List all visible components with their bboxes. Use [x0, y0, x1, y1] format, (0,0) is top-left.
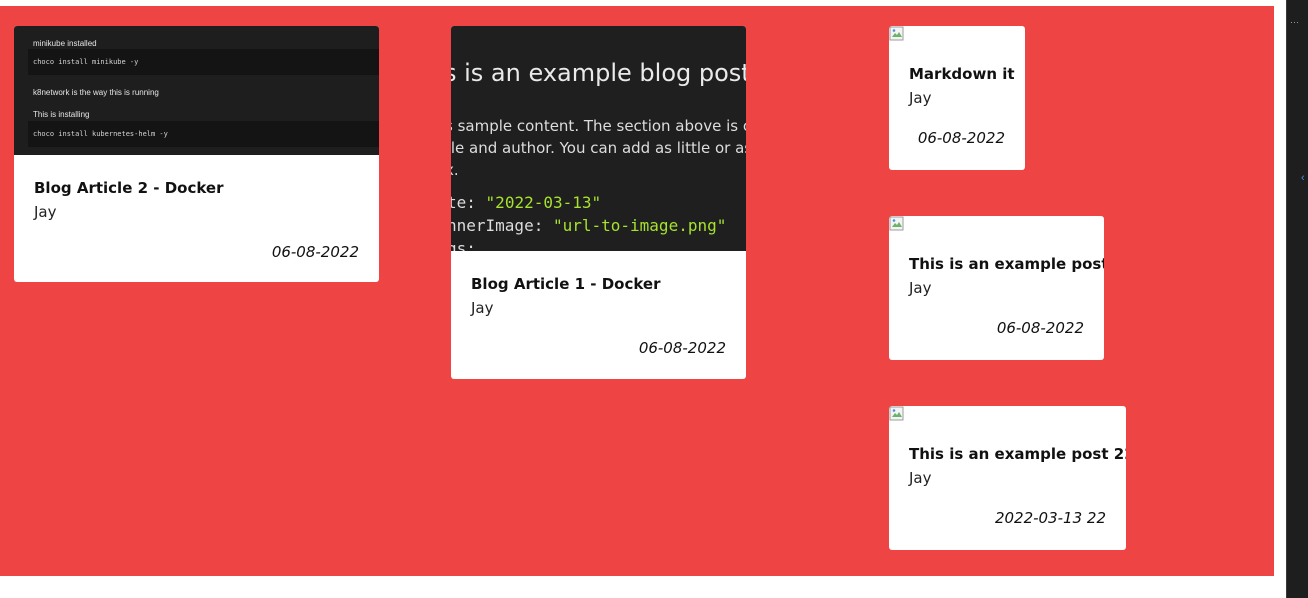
thumbnail-heading: s is an example blog post	[451, 59, 746, 87]
thumbnail-code-line: te: "2022-03-13"	[451, 193, 601, 212]
post-title[interactable]: This is an example post	[909, 255, 1104, 273]
thumbnail-code: choco install kubernetes-helm -y	[33, 130, 168, 138]
broken-image-icon	[889, 406, 904, 421]
thumbnail-code-block: choco install kubernetes-helm -y	[28, 121, 379, 147]
post-card-example-post-22[interactable]: This is an example post 22 Jay 2022-03-1…	[889, 406, 1126, 550]
chevron-left-icon[interactable]: ‹	[1301, 172, 1305, 184]
devtools-panel-edge: ⋯ ‹	[1286, 0, 1308, 598]
thumbnail-code-block: choco install minikube -y	[28, 49, 379, 75]
post-title[interactable]: Blog Article 1 - Docker	[471, 275, 661, 293]
post-author: Jay	[34, 203, 57, 221]
thumbnail-code-value: "url-to-image.png"	[552, 216, 727, 235]
thumbnail-code-line: gs:	[451, 239, 476, 251]
post-author: Jay	[909, 279, 932, 297]
thumbnail-text: x.	[451, 161, 459, 179]
thumbnail-code: choco install minikube -y	[33, 58, 139, 66]
post-date: 2022-03-13 22	[994, 509, 1106, 527]
post-date: 06-08-2022	[996, 319, 1084, 337]
thumbnail-text: This is installing	[33, 110, 90, 119]
thumbnail-text: minikube installed	[33, 39, 97, 48]
post-title[interactable]: This is an example post 22	[909, 445, 1126, 463]
broken-image-icon	[889, 216, 904, 231]
post-thumbnail: s is an example blog post s sample conte…	[451, 26, 746, 251]
thumbnail-text: s sample content. The section above is c…	[451, 117, 746, 135]
post-title[interactable]: Markdown it	[909, 65, 1015, 83]
post-card-example-post[interactable]: This is an example post Jay 06-08-2022	[889, 216, 1104, 360]
thumbnail-code-key: te:	[451, 193, 476, 212]
post-author: Jay	[909, 469, 932, 487]
post-card-blog-article-2[interactable]: minikube installed choco install minikub…	[14, 26, 379, 282]
post-thumbnail: minikube installed choco install minikub…	[14, 26, 379, 155]
more-options-icon[interactable]: ⋯	[1290, 17, 1299, 28]
post-author: Jay	[471, 299, 494, 317]
post-date: 06-08-2022	[271, 243, 359, 261]
thumbnail-code-key: nnerImage:	[451, 216, 544, 235]
thumbnail-text: k8network is the way this is running	[33, 88, 159, 97]
blog-posts-panel: minikube installed choco install minikub…	[0, 6, 1274, 576]
thumbnail-code-value: "2022-03-13"	[485, 193, 602, 212]
post-date: 06-08-2022	[638, 339, 726, 357]
broken-image-icon	[889, 26, 904, 41]
thumbnail-text: tle and author. You can add as little or…	[451, 139, 746, 157]
post-title[interactable]: Blog Article 2 - Docker	[34, 179, 224, 197]
post-date: 06-08-2022	[917, 129, 1005, 147]
thumbnail-code-line: nnerImage: "url-to-image.png"	[451, 216, 726, 235]
post-author: Jay	[909, 89, 932, 107]
post-card-blog-article-1[interactable]: s is an example blog post s sample conte…	[451, 26, 746, 379]
post-card-markdown-it[interactable]: Markdown it Jay 06-08-2022	[889, 26, 1025, 170]
